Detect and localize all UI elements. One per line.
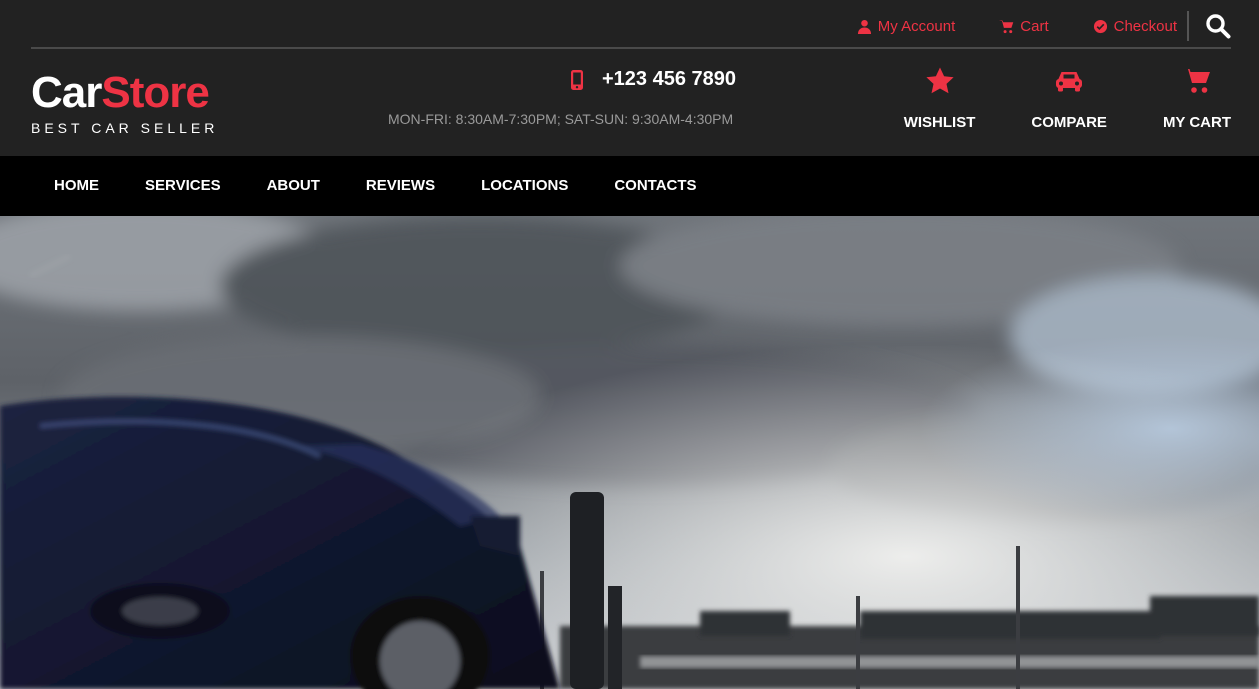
search-button[interactable] xyxy=(1205,13,1231,39)
user-icon xyxy=(857,19,871,34)
my-account-label: My Account xyxy=(877,17,956,35)
hero-image xyxy=(0,216,1259,689)
checkout-link[interactable]: Checkout xyxy=(1093,18,1177,35)
checkout-label: Checkout xyxy=(1113,17,1177,35)
header-actions: WISHLIST COMPARE MY CART xyxy=(848,66,1231,131)
star-icon xyxy=(925,67,954,94)
top-divider xyxy=(1187,11,1189,41)
compare-button[interactable]: COMPARE xyxy=(1031,66,1107,131)
nav-about[interactable]: ABOUT xyxy=(244,156,343,216)
wishlist-label: WISHLIST xyxy=(903,114,976,131)
shopping-cart-icon xyxy=(1182,69,1210,93)
my-cart-label: MY CART xyxy=(1162,114,1231,131)
cart-icon xyxy=(999,19,1014,33)
nav-locations[interactable]: LOCATIONS xyxy=(458,156,591,216)
car-icon xyxy=(1056,72,1083,92)
my-cart-button[interactable]: MY CART xyxy=(1163,66,1231,131)
nav-services[interactable]: SERVICES xyxy=(122,156,244,216)
nav-reviews[interactable]: REVIEWS xyxy=(343,156,458,216)
phone-row: +123 456 7890 xyxy=(388,68,738,91)
site-header: My Account Cart Checkout CarStore BEST C… xyxy=(0,0,1259,156)
business-hours: MON-FRI: 8:30AM-7:30PM; SAT-SUN: 9:30AM-… xyxy=(388,111,734,127)
main-navigation: HOME SERVICES ABOUT REVIEWS LOCATIONS CO… xyxy=(0,156,1259,216)
logo-tagline: BEST CAR SELLER xyxy=(31,120,219,136)
logo-store: Store xyxy=(101,68,209,117)
compare-label: COMPARE xyxy=(1031,114,1107,131)
site-logo[interactable]: CarStore BEST CAR SELLER xyxy=(31,70,219,137)
top-links: My Account Cart Checkout xyxy=(813,10,1231,42)
logo-wordmark: CarStore xyxy=(31,70,218,116)
hero-banner xyxy=(0,216,1259,689)
logo-car: Car xyxy=(31,68,102,117)
check-circle-icon xyxy=(1093,19,1107,33)
cart-link[interactable]: Cart xyxy=(999,17,1049,35)
cart-label: Cart xyxy=(1020,17,1049,35)
wishlist-button[interactable]: WISHLIST xyxy=(903,66,976,131)
mobile-phone-icon xyxy=(570,69,583,90)
search-icon xyxy=(1206,14,1231,39)
phone-number[interactable]: +123 456 7890 xyxy=(602,68,736,91)
nav-home[interactable]: HOME xyxy=(31,156,122,216)
header-divider xyxy=(31,47,1231,49)
my-account-link[interactable]: My Account xyxy=(857,17,956,35)
contact-info: +123 456 7890 MON-FRI: 8:30AM-7:30PM; SA… xyxy=(388,68,738,127)
nav-contacts[interactable]: CONTACTS xyxy=(591,156,719,216)
